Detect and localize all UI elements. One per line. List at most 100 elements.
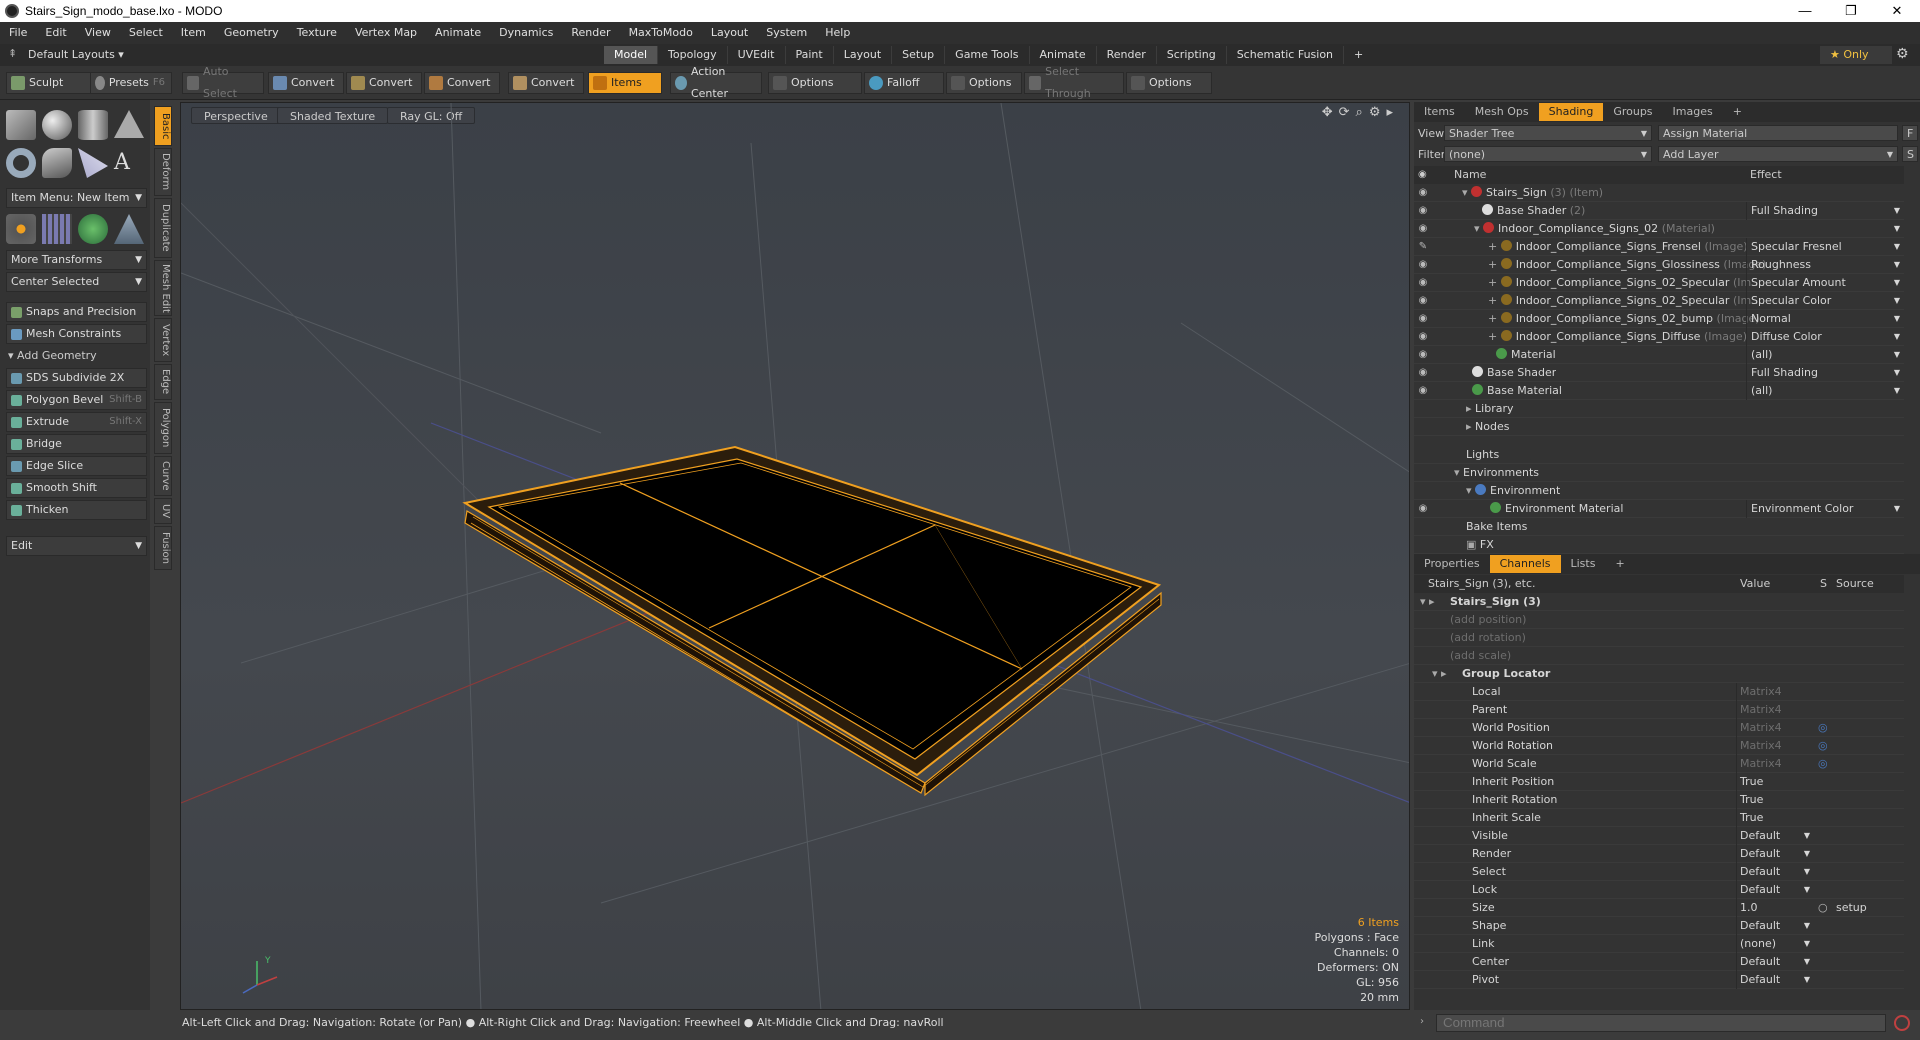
tree-row[interactable]: Bake Items bbox=[1414, 518, 1904, 536]
tab-model[interactable]: Model bbox=[604, 46, 659, 64]
tree-row[interactable]: ✎ + Indoor_Compliance_Signs_Frensel (Imag… bbox=[1414, 238, 1904, 256]
channel-row[interactable]: (add scale) bbox=[1414, 647, 1904, 665]
cube-icon[interactable] bbox=[6, 110, 36, 140]
channel-row[interactable]: Render Default ▼ bbox=[1414, 845, 1904, 863]
channel-row[interactable]: ▾ ▸ Group Locator bbox=[1414, 665, 1904, 683]
tree-row[interactable]: ◉ ▾ Indoor_Compliance_Signs_02 (Material)… bbox=[1414, 220, 1904, 238]
tab-properties[interactable]: Properties bbox=[1414, 555, 1490, 573]
grid-icon[interactable] bbox=[42, 214, 72, 244]
tab-items[interactable]: Items bbox=[1414, 103, 1465, 121]
tree-row[interactable]: ◉ ▾ Stairs_Sign (3) (Item) bbox=[1414, 184, 1904, 202]
globe-icon[interactable] bbox=[78, 214, 108, 244]
tab-groups[interactable]: Groups bbox=[1603, 103, 1662, 121]
more-transforms-dropdown[interactable]: More Transforms ▼ bbox=[6, 250, 147, 270]
items-mode-button[interactable]: Items bbox=[588, 72, 662, 94]
maximize-button[interactable]: ❐ bbox=[1828, 0, 1874, 22]
action-center-button[interactable]: Action Center bbox=[670, 65, 762, 100]
tab-fusion[interactable]: Fusion bbox=[154, 526, 172, 570]
tab-polygon[interactable]: Polygon bbox=[154, 402, 172, 454]
tab-edge[interactable]: Edge bbox=[154, 364, 172, 400]
channel-row[interactable]: Inherit Scale True bbox=[1414, 809, 1904, 827]
menu-edit[interactable]: Edit bbox=[36, 22, 75, 44]
tab-layout[interactable]: Layout bbox=[834, 46, 893, 64]
eye-icon[interactable]: ◉ bbox=[1414, 184, 1432, 201]
menu-file[interactable]: File bbox=[0, 22, 36, 44]
menu-view[interactable]: View bbox=[76, 22, 120, 44]
link-icon[interactable]: ◎ bbox=[1818, 737, 1828, 755]
tab-deform[interactable]: Deform bbox=[154, 148, 172, 196]
edge-slice-button[interactable]: Edge Slice bbox=[6, 456, 147, 476]
menu-item[interactable]: Item bbox=[172, 22, 215, 44]
auto-select-button[interactable]: Auto Select bbox=[182, 65, 264, 100]
select-through-options-button[interactable]: Options bbox=[1126, 72, 1212, 94]
channel-row[interactable]: Link (none) ▼ bbox=[1414, 935, 1904, 953]
edit-dropdown[interactable]: Edit ▼ bbox=[6, 536, 147, 556]
eye-icon[interactable]: ◉ bbox=[1414, 292, 1432, 309]
menu-texture[interactable]: Texture bbox=[288, 22, 346, 44]
smooth-shift-button[interactable]: Smooth Shift bbox=[6, 478, 147, 498]
convert-polygons-button[interactable]: Convert bbox=[424, 72, 500, 94]
eye-icon[interactable]: ◉ bbox=[1414, 382, 1432, 399]
3d-viewport[interactable]: Perspective Shaded Texture Ray GL: Off ✥… bbox=[180, 102, 1410, 1010]
minimize-button[interactable]: — bbox=[1782, 0, 1828, 22]
add-panel-tab-button[interactable]: + bbox=[1723, 103, 1752, 121]
channel-row[interactable]: World Rotation Matrix4 ◎ bbox=[1414, 737, 1904, 755]
tree-row[interactable]: ◉ + Indoor_Compliance_Signs_Glossiness (I… bbox=[1414, 256, 1904, 274]
add-geometry-header[interactable]: ▾ Add Geometry bbox=[8, 349, 97, 362]
channel-row[interactable]: Visible Default ▼ bbox=[1414, 827, 1904, 845]
tab-images[interactable]: Images bbox=[1663, 103, 1723, 121]
filter-dropdown[interactable]: (none) ▼ bbox=[1444, 146, 1652, 162]
channel-row[interactable]: (add rotation) bbox=[1414, 629, 1904, 647]
menu-system[interactable]: System bbox=[757, 22, 816, 44]
cone-icon[interactable] bbox=[114, 110, 144, 138]
tab-mesh-ops[interactable]: Mesh Ops bbox=[1465, 103, 1539, 121]
channel-row[interactable]: ▾ ▸ Stairs_Sign (3) bbox=[1414, 593, 1904, 611]
presets-button[interactable]: Presets F6 bbox=[90, 72, 172, 94]
polygon-bevel-button[interactable]: Polygon Bevel Shift-B bbox=[6, 390, 147, 410]
tab-schematic-fusion[interactable]: Schematic Fusion bbox=[1227, 46, 1345, 64]
link-icon[interactable]: ◎ bbox=[1818, 719, 1828, 737]
sculpt-button[interactable]: Sculpt bbox=[6, 72, 92, 94]
channel-row[interactable]: Lock Default ▼ bbox=[1414, 881, 1904, 899]
eye-icon[interactable]: ◉ bbox=[1414, 220, 1432, 237]
channel-row[interactable]: (add position) bbox=[1414, 611, 1904, 629]
radio-icon[interactable]: ○ bbox=[1818, 899, 1828, 917]
tree-row[interactable]: ◉ Base Shader (2) Full Shading ▼ bbox=[1414, 202, 1904, 220]
tab-basic[interactable]: Basic bbox=[154, 106, 172, 146]
tree-row[interactable]: ◉ Base Shader Full Shading ▼ bbox=[1414, 364, 1904, 382]
convert-edges-button[interactable]: Convert bbox=[346, 72, 422, 94]
gear-icon[interactable]: ⚙ bbox=[1896, 46, 1909, 62]
tab-duplicate[interactable]: Duplicate bbox=[154, 198, 172, 258]
select-through-button[interactable]: Select Through bbox=[1024, 65, 1124, 100]
eye-icon[interactable]: ◉ bbox=[1414, 256, 1432, 273]
capsule-icon[interactable] bbox=[42, 148, 72, 178]
center-selected-dropdown[interactable]: Center Selected ▼ bbox=[6, 272, 147, 292]
tab-paint[interactable]: Paint bbox=[786, 46, 834, 64]
bridge-button[interactable]: Bridge bbox=[6, 434, 147, 454]
menu-vertex-map[interactable]: Vertex Map bbox=[346, 22, 426, 44]
s-column-header[interactable]: S bbox=[1820, 575, 1827, 593]
channel-row[interactable]: Parent Matrix4 bbox=[1414, 701, 1904, 719]
menu-select[interactable]: Select bbox=[120, 22, 172, 44]
tree-row[interactable]: ▣ FX bbox=[1414, 536, 1904, 554]
eye-icon[interactable]: ◉ bbox=[1414, 500, 1432, 517]
add-panel-tab-button[interactable]: + bbox=[1605, 555, 1634, 573]
channel-row[interactable]: Pivot Default ▼ bbox=[1414, 971, 1904, 989]
channel-row[interactable]: World Position Matrix4 ◎ bbox=[1414, 719, 1904, 737]
add-layer-dropdown[interactable]: Add Layer ▼ bbox=[1658, 146, 1898, 162]
channel-row[interactable]: World Scale Matrix4 ◎ bbox=[1414, 755, 1904, 773]
menu-geometry[interactable]: Geometry bbox=[215, 22, 288, 44]
transform-icon[interactable] bbox=[6, 214, 36, 244]
tree-row[interactable]: ▸ Nodes bbox=[1414, 418, 1904, 436]
text-tool-icon[interactable]: A bbox=[114, 148, 144, 178]
tree-row[interactable]: ◉ + Indoor_Compliance_Signs_Diffuse (Imag… bbox=[1414, 328, 1904, 346]
tree-row[interactable]: Lights bbox=[1414, 446, 1904, 464]
tree-row[interactable]: ◉ + Indoor_Compliance_Signs_02_Specular (… bbox=[1414, 292, 1904, 310]
value-column-header[interactable]: Value bbox=[1740, 575, 1770, 593]
tab-channels[interactable]: Channels bbox=[1489, 555, 1561, 573]
add-tab-button[interactable]: + bbox=[1344, 46, 1373, 64]
tab-scripting[interactable]: Scripting bbox=[1157, 46, 1227, 64]
tree-row[interactable]: ◉ Material (all) ▼ bbox=[1414, 346, 1904, 364]
sds-subdivide-button[interactable]: SDS Subdivide 2X bbox=[6, 368, 147, 388]
tab-shading[interactable]: Shading bbox=[1538, 103, 1604, 121]
